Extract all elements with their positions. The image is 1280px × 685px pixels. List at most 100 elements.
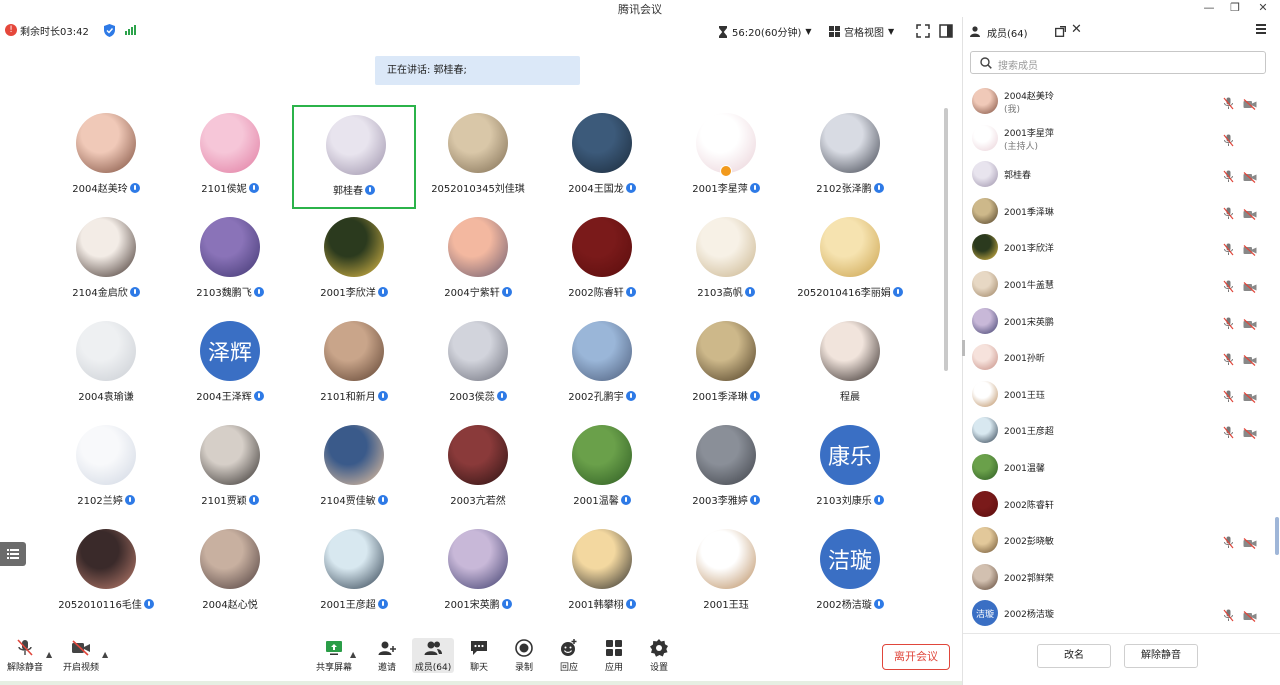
participant-tile[interactable]: 2004赵美玲 bbox=[44, 105, 168, 209]
member-row[interactable]: 2002陈睿轩 bbox=[963, 486, 1273, 522]
record-button[interactable]: 录制 bbox=[502, 638, 546, 673]
start-video-button[interactable]: 开启视频 bbox=[59, 638, 103, 673]
fullscreen-icon[interactable] bbox=[916, 24, 930, 38]
mic-muted-icon[interactable] bbox=[1223, 607, 1234, 626]
panel-resize-handle[interactable] bbox=[962, 340, 965, 356]
unmute-all-button[interactable]: 解除静音 bbox=[1124, 644, 1198, 668]
participant-tile[interactable]: 泽辉 2004王泽辉 bbox=[168, 313, 292, 417]
participant-tile[interactable]: 2001韩攀栩 bbox=[540, 521, 664, 625]
participant-tile[interactable]: 2104金启欣 bbox=[44, 209, 168, 313]
grid-scrollbar[interactable] bbox=[944, 108, 948, 371]
participant-tile[interactable]: 2102兰婷 bbox=[44, 417, 168, 521]
member-row[interactable]: 2001牛盖慧 bbox=[963, 266, 1273, 302]
participant-tile[interactable]: 2103魏鹏飞 bbox=[168, 209, 292, 313]
mic-muted-icon[interactable] bbox=[1223, 205, 1234, 224]
invite-button[interactable]: 邀请 bbox=[365, 638, 409, 673]
participant-tile[interactable]: 2001季泽琳 bbox=[664, 313, 788, 417]
settings-button[interactable]: 设置 bbox=[637, 638, 681, 673]
participant-tile[interactable]: 洁璇 2002杨洁璇 bbox=[788, 521, 912, 625]
react-button[interactable]: 回应 bbox=[547, 638, 591, 673]
participant-tile[interactable]: 2001李星萍 bbox=[664, 105, 788, 209]
participant-tile[interactable]: 2104贾佳敏 bbox=[292, 417, 416, 521]
member-row[interactable]: 2004赵美玲 (我) bbox=[963, 83, 1273, 119]
participant-tile[interactable]: 2004赵心悦 bbox=[168, 521, 292, 625]
member-row[interactable]: 2001孙昕 bbox=[963, 339, 1273, 375]
participant-tile[interactable]: 2101和新月 bbox=[292, 313, 416, 417]
view-mode-dropdown[interactable]: 宫格视图 ▼ bbox=[829, 24, 894, 39]
members-button[interactable]: 成员(64) bbox=[412, 638, 454, 673]
member-row[interactable]: 2001李欣洋 bbox=[963, 229, 1273, 265]
sidebar-toggle-icon[interactable] bbox=[939, 24, 953, 38]
shield-icon[interactable] bbox=[104, 24, 115, 37]
apps-button[interactable]: 应用 bbox=[592, 638, 636, 673]
mic-muted-icon[interactable] bbox=[1223, 168, 1234, 187]
mic-muted-icon[interactable] bbox=[1223, 95, 1234, 114]
camera-off-icon[interactable] bbox=[1243, 315, 1257, 334]
member-row[interactable]: 2001宋英鹏 bbox=[963, 303, 1273, 339]
mic-muted-icon[interactable] bbox=[1223, 132, 1234, 151]
member-row[interactable]: 2001温馨 bbox=[963, 449, 1273, 485]
minimize-icon[interactable]: — bbox=[1196, 0, 1222, 17]
chevron-up-icon[interactable]: ▲ bbox=[46, 650, 52, 659]
chevron-up-icon[interactable]: ▲ bbox=[350, 650, 356, 659]
rename-button[interactable]: 改名 bbox=[1037, 644, 1111, 668]
camera-off-icon[interactable] bbox=[1243, 95, 1257, 114]
popout-icon[interactable] bbox=[1055, 26, 1066, 37]
member-search-input[interactable]: 搜索成员 bbox=[970, 51, 1266, 74]
participant-tile[interactable]: 程晨 bbox=[788, 313, 912, 417]
camera-off-icon[interactable] bbox=[1243, 388, 1257, 407]
camera-off-icon[interactable] bbox=[1243, 351, 1257, 370]
mic-muted-icon[interactable] bbox=[1223, 424, 1234, 443]
participant-tile[interactable]: 康乐 2103刘康乐 bbox=[788, 417, 912, 521]
network-signal-icon[interactable] bbox=[125, 25, 136, 35]
member-row[interactable]: 2002彭晓敏 bbox=[963, 522, 1273, 558]
participant-tile[interactable]: 2003侯蕊 bbox=[416, 313, 540, 417]
participant-tile[interactable]: 2003亢若然 bbox=[416, 417, 540, 521]
mic-muted-icon[interactable] bbox=[1223, 388, 1234, 407]
chevron-up-icon[interactable]: ▲ bbox=[102, 650, 108, 659]
camera-off-icon[interactable] bbox=[1243, 205, 1257, 224]
camera-off-icon[interactable] bbox=[1243, 241, 1257, 260]
meeting-duration[interactable]: 56:20(60分钟) ▼ bbox=[718, 24, 812, 39]
participant-tile[interactable]: 2001王彦超 bbox=[292, 521, 416, 625]
participant-tile[interactable]: 2002陈睿轩 bbox=[540, 209, 664, 313]
member-row[interactable]: 2002郭鲜荣 bbox=[963, 559, 1273, 595]
member-row[interactable]: 洁璇 2002杨洁璇 bbox=[963, 595, 1273, 631]
member-row[interactable]: 2001季泽琳 bbox=[963, 193, 1273, 229]
participant-tile[interactable]: 2001温馨 bbox=[540, 417, 664, 521]
leave-meeting-button[interactable]: 离开会议 bbox=[882, 644, 950, 670]
camera-off-icon[interactable] bbox=[1243, 278, 1257, 297]
participant-tile[interactable]: 2004袁瑜谦 bbox=[44, 313, 168, 417]
floating-menu-button[interactable] bbox=[0, 542, 26, 566]
participant-tile[interactable]: 2052010416李丽娟 bbox=[788, 209, 912, 313]
member-row[interactable]: 郭桂春 bbox=[963, 156, 1273, 192]
camera-off-icon[interactable] bbox=[1243, 607, 1257, 626]
close-window-icon[interactable]: ✕ bbox=[1250, 0, 1276, 17]
participant-tile[interactable]: 2101侯妮 bbox=[168, 105, 292, 209]
mic-muted-icon[interactable] bbox=[1223, 241, 1234, 260]
participant-tile[interactable]: 2001宋英鹏 bbox=[416, 521, 540, 625]
mic-muted-icon[interactable] bbox=[1223, 278, 1234, 297]
camera-off-icon[interactable] bbox=[1243, 424, 1257, 443]
member-list-scrollbar[interactable] bbox=[1275, 517, 1279, 555]
member-row[interactable]: 2001王珏 bbox=[963, 376, 1273, 412]
mic-muted-icon[interactable] bbox=[1223, 351, 1234, 370]
chat-button[interactable]: 聊天 bbox=[457, 638, 501, 673]
participant-tile[interactable]: 2102张泽鹏 bbox=[788, 105, 912, 209]
participant-tile-active[interactable]: 郭桂春 bbox=[292, 105, 416, 209]
camera-off-icon[interactable] bbox=[1243, 168, 1257, 187]
mic-muted-icon[interactable] bbox=[1223, 315, 1234, 334]
participant-tile[interactable]: 2001王珏 bbox=[664, 521, 788, 625]
member-row[interactable]: 2001王彦超 bbox=[963, 412, 1273, 448]
mic-muted-icon[interactable] bbox=[1223, 534, 1234, 553]
close-panel-icon[interactable]: ✕ bbox=[1071, 22, 1082, 37]
participant-tile[interactable]: 2052010116毛佳 bbox=[44, 521, 168, 625]
participant-tile[interactable]: 2004宁紫轩 bbox=[416, 209, 540, 313]
participant-tile[interactable]: 2004王国龙 bbox=[540, 105, 664, 209]
member-row[interactable]: 2001李星萍 (主持人) bbox=[963, 120, 1273, 156]
participant-tile[interactable]: 2052010345刘佳琪 bbox=[416, 105, 540, 209]
participant-tile[interactable]: 2002孔鹏宇 bbox=[540, 313, 664, 417]
panel-menu-icon[interactable] bbox=[1256, 24, 1266, 34]
restore-icon[interactable]: ❐ bbox=[1222, 0, 1248, 17]
camera-off-icon[interactable] bbox=[1243, 534, 1257, 553]
